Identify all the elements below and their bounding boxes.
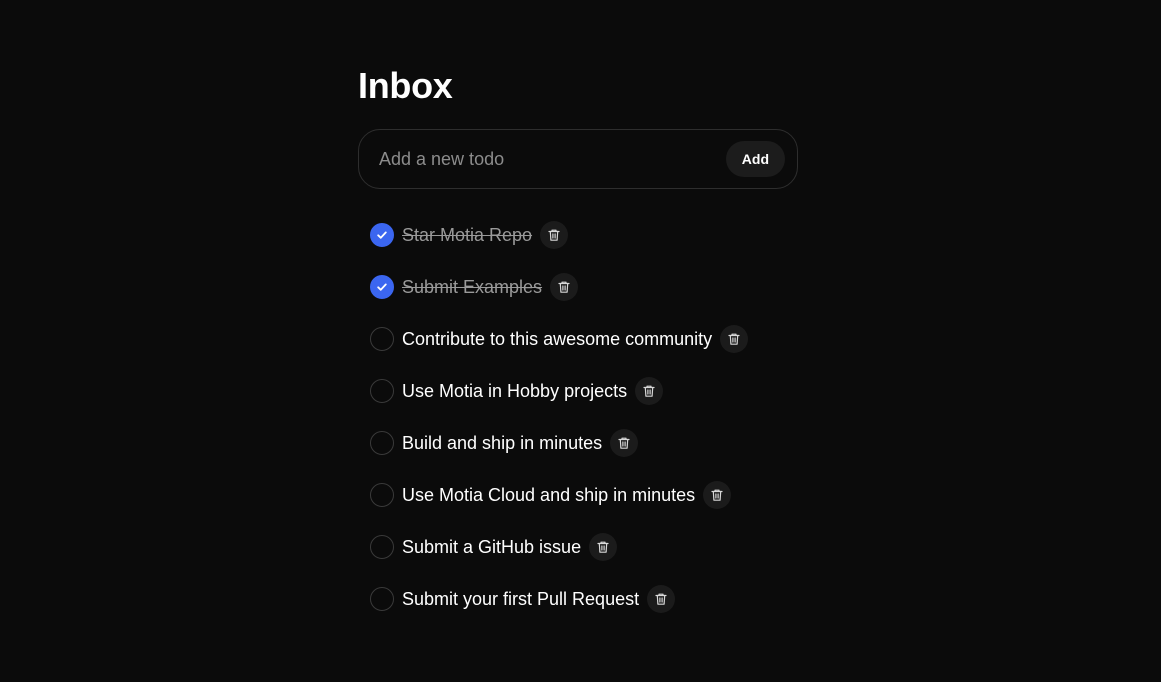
todo-checkbox[interactable] [370,223,394,247]
todo-text: Contribute to this awesome community [402,328,713,349]
delete-todo-button[interactable] [589,533,618,561]
todo-checkbox[interactable] [370,327,394,351]
trash-icon [710,488,724,502]
todo-item: Build and ship in minutes [358,417,798,469]
todo-item: Submit Examples [358,261,798,313]
add-todo-form: Add [358,129,798,189]
trash-icon [727,332,741,346]
delete-todo-button[interactable] [703,481,732,509]
add-button[interactable]: Add [725,141,785,177]
todo-checkbox[interactable] [370,587,394,611]
trash-icon [547,228,561,242]
check-icon [376,229,388,241]
todo-checkbox[interactable] [370,431,394,455]
trash-icon [617,436,631,450]
todo-checkbox[interactable] [370,275,394,299]
todo-text: Use Motia in Hobby projects [402,380,628,401]
todo-item: Submit your first Pull Request [358,573,798,625]
delete-todo-button[interactable] [550,273,579,301]
trash-icon [557,280,571,294]
delete-todo-button[interactable] [720,325,749,353]
todo-item: Star Motia Repo [358,209,798,261]
trash-icon [654,592,668,606]
delete-todo-button[interactable] [647,585,676,613]
trash-icon [642,384,656,398]
todo-text: Use Motia Cloud and ship in minutes [402,484,696,505]
todo-item: Submit a GitHub issue [358,521,798,573]
todo-text: Submit your first Pull Request [402,588,640,609]
trash-icon [596,540,610,554]
delete-todo-button[interactable] [540,221,569,249]
todo-app: Inbox Add Star Motia Repo Submit Example… [358,58,798,625]
todo-item: Use Motia in Hobby projects [358,365,798,417]
todo-text: Submit a GitHub issue [402,536,582,557]
todo-checkbox[interactable] [370,379,394,403]
new-todo-input[interactable] [379,148,726,170]
todo-text: Submit Examples [402,276,543,297]
delete-todo-button[interactable] [610,429,639,457]
todo-list: Star Motia Repo Submit Examples Contribu… [358,209,798,625]
todo-item: Use Motia Cloud and ship in minutes [358,469,798,521]
page-title: Inbox [358,65,453,106]
todo-checkbox[interactable] [370,483,394,507]
todo-text: Build and ship in minutes [402,432,603,453]
check-icon [376,281,388,293]
todo-item: Contribute to this awesome community [358,313,798,365]
delete-todo-button[interactable] [635,377,664,405]
todo-text: Star Motia Repo [402,224,533,245]
todo-checkbox[interactable] [370,535,394,559]
